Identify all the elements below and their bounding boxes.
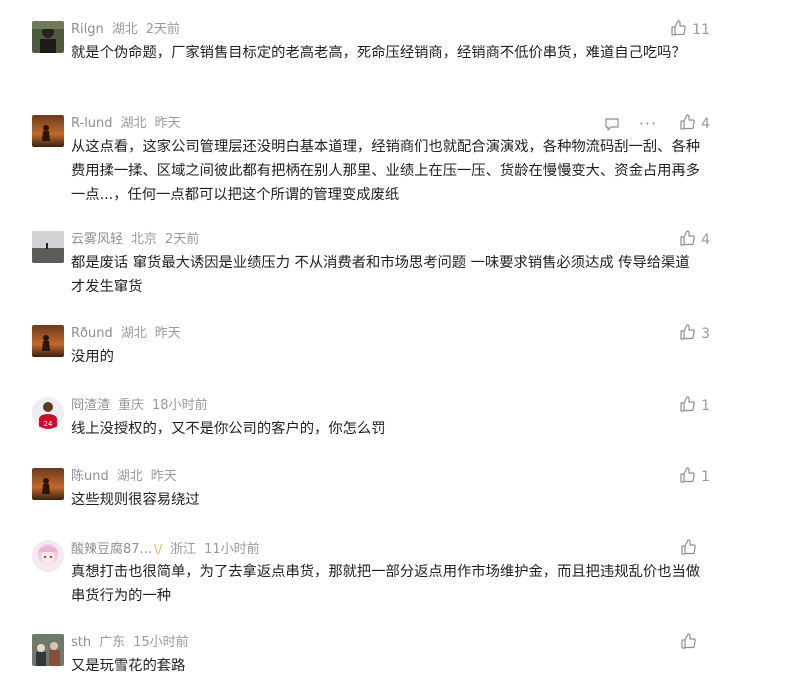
username[interactable]: sth [71, 635, 91, 650]
username[interactable]: 陈und [71, 469, 109, 484]
thumbs-up-icon [679, 230, 695, 250]
like-button[interactable] [680, 633, 710, 653]
comment-list: Rilgn 湖北 2天前 就是个伪命题，厂家销售目标定的老高老高，死命压经销商，经销… [0, 0, 790, 693]
region: 湖北 [120, 326, 147, 341]
thumbs-up-icon [679, 114, 695, 134]
avatar[interactable] [32, 325, 64, 357]
timestamp: 15小时前 [133, 635, 189, 650]
like-count: 1 [701, 398, 710, 414]
like-button[interactable]: 11 [670, 20, 710, 40]
comment-text: 又是玩雪花的套路 [71, 658, 186, 674]
thumbs-up-icon [679, 324, 695, 344]
username[interactable]: 酸辣豆腐87... [71, 542, 152, 557]
reply-icon[interactable] [603, 115, 621, 133]
like-button[interactable] [680, 539, 710, 559]
comment-actions [666, 539, 710, 559]
like-count: 11 [692, 22, 710, 38]
timestamp: 昨天 [154, 116, 181, 131]
comment-text: 都是废话 窜货最大诱因是业绩压力 不从消费者和市场思考问题 一味要求销售必须达成… [71, 255, 690, 295]
comment-text: 真想打击也很简单，为了去拿返点串货，那就把一部分返点用作市场维护金，而且把违规乱… [71, 564, 701, 604]
like-count: 4 [701, 232, 710, 248]
timestamp: 昨天 [150, 469, 177, 484]
thumbs-up-icon [670, 20, 686, 40]
comment-meta: 云雾风轻 北京 2天前 [71, 231, 199, 249]
thumbs-up-icon [680, 633, 696, 653]
timestamp: 11小时前 [204, 542, 260, 557]
username[interactable]: Rilgn [71, 22, 104, 37]
comment-actions [666, 633, 710, 653]
comment-meta: sth 广东 15小时前 [71, 634, 189, 652]
thumbs-up-icon [680, 539, 696, 559]
avatar[interactable]: 24 [32, 397, 64, 429]
region: 湖北 [120, 116, 147, 131]
avatar[interactable] [32, 634, 64, 666]
comment-meta: 冏渣渣 重庆 18小时前 [71, 397, 208, 415]
comment-text: 从这点看，这家公司管理层还没明白基本道理，经销商们也就配合演演戏，各种物流码刮一… [71, 139, 701, 203]
avatar[interactable] [32, 21, 64, 53]
username[interactable]: R-lund [71, 116, 113, 131]
comment-meta: 陈und 湖北 昨天 [71, 468, 177, 486]
comment-text: 就是个伪命题，厂家销售目标定的老高老高，死命压经销商，经销商不低价串货，难道自己… [71, 45, 686, 61]
more-icon[interactable]: ··· [639, 115, 657, 133]
region: 湖北 [116, 469, 143, 484]
username[interactable]: 云雾风轻 [71, 232, 123, 247]
region: 重庆 [118, 398, 145, 413]
like-button[interactable]: 1 [679, 396, 710, 416]
region: 湖北 [111, 22, 138, 37]
timestamp: 2天前 [165, 232, 200, 247]
vip-badge-icon: \/ [153, 542, 163, 556]
timestamp: 2天前 [145, 22, 181, 37]
like-count: 4 [701, 116, 710, 132]
comment-actions: 1 [665, 396, 710, 416]
region: 广东 [99, 635, 126, 650]
region: 浙江 [170, 542, 197, 557]
comment-text: 线上没授权的，又不是你公司的客户的，你怎么罚 [71, 421, 386, 437]
comment-actions: 11 [656, 20, 710, 40]
like-count: 1 [701, 469, 710, 485]
comment-actions: 4 [665, 230, 710, 250]
region: 北京 [131, 232, 158, 247]
comment-actions: ··· 4 [603, 114, 710, 134]
like-button[interactable]: 4 [679, 230, 710, 250]
svg-text:24: 24 [44, 420, 53, 428]
timestamp: 18小时前 [152, 398, 208, 413]
avatar[interactable] [32, 231, 64, 263]
avatar[interactable] [32, 115, 64, 147]
like-count: 3 [701, 326, 710, 342]
avatar[interactable] [32, 468, 64, 500]
username[interactable]: 冏渣渣 [71, 398, 110, 413]
comment-actions: 3 [665, 324, 710, 344]
comment-text: 这些规则很容易绕过 [71, 492, 200, 508]
comment-meta: R-lund 湖北 昨天 [71, 115, 181, 133]
comment-meta: 酸辣豆腐87... \/ 浙江 11小时前 [71, 540, 260, 558]
username[interactable]: Rðund [71, 326, 113, 341]
comment-actions: 1 [665, 467, 710, 487]
like-button[interactable]: 1 [679, 467, 710, 487]
avatar[interactable] [32, 540, 64, 572]
like-button[interactable]: 4 [679, 114, 710, 134]
timestamp: 昨天 [154, 326, 181, 341]
comment-meta: Rilgn 湖北 2天前 [71, 21, 180, 39]
comment-meta: Rðund 湖北 昨天 [71, 325, 181, 343]
thumbs-up-icon [679, 467, 695, 487]
comment-text: 没用的 [71, 349, 114, 365]
thumbs-up-icon [679, 396, 695, 416]
like-button[interactable]: 3 [679, 324, 710, 344]
